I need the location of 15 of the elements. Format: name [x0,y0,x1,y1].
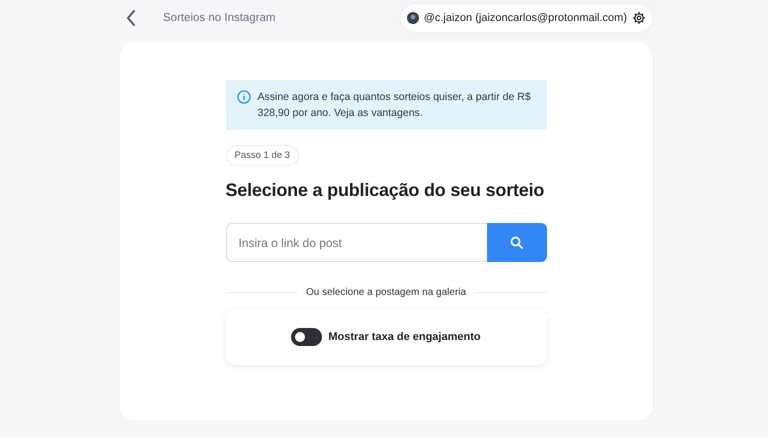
notice-text: Assine agora e faça quantos sorteios quiser, a partir de R$ 328,90 por ano. Veja as vantagens. [258,90,532,121]
search-button[interactable] [486,223,546,262]
divider-label: Ou selecione a postagem na galeria [306,287,466,298]
back-button[interactable] [124,8,138,28]
account-chip[interactable]: @c.jaizon (jaizoncarlos@protonmail.com) [400,4,652,32]
search-icon [510,236,524,250]
step-indicator: Passo 1 de 3 [226,145,299,166]
post-link-field[interactable]: Insira o link do post [226,223,486,262]
settings-icon[interactable] [632,11,646,25]
section-heading: Selecione a publicação do seu sorteio [226,180,546,201]
info-icon [236,90,250,104]
page-title: Sorteios no Instagram [163,12,276,24]
avatar-icon [406,12,419,24]
toggle-label: Mostrar taxa de engajamento [328,331,481,343]
toggle-switch[interactable] [291,328,322,346]
